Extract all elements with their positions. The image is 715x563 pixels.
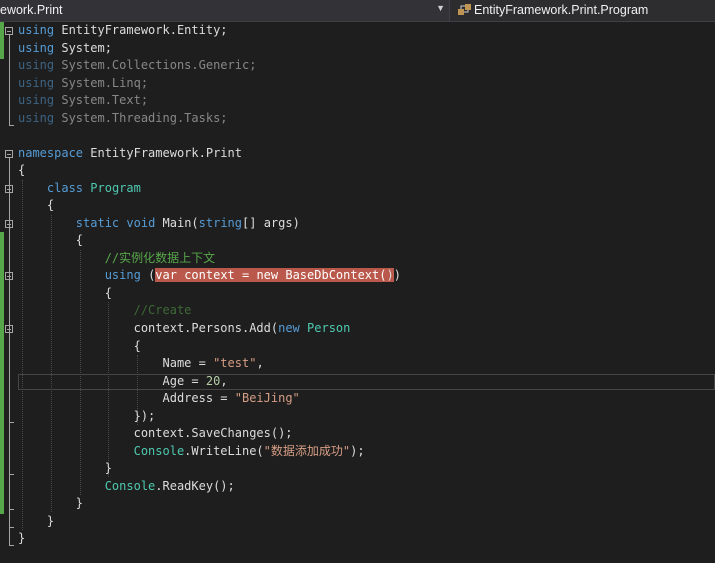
collapse-icon[interactable] xyxy=(5,272,13,280)
code-line-16[interactable]: { xyxy=(18,285,112,303)
outline-end xyxy=(9,509,14,510)
code-line-1[interactable]: using EntityFramework.Entity; xyxy=(18,22,228,40)
code-line-29[interactable]: } xyxy=(18,513,54,531)
code-line-2[interactable]: using System; xyxy=(18,40,112,58)
code-line-20[interactable]: Name = "test", xyxy=(18,355,264,373)
outline-end xyxy=(9,527,14,528)
code-line-18[interactable]: context.Persons.Add(new Person xyxy=(18,320,351,338)
code-line-28[interactable]: } xyxy=(18,495,83,513)
highlighted-expression: var context = new BaseDbContext( xyxy=(155,268,387,282)
code-line-25[interactable]: Console.WriteLine("数据添加成功"); xyxy=(18,443,365,461)
collapse-icon[interactable] xyxy=(5,220,13,228)
code-line-15[interactable]: using (var context = new BaseDbContext()… xyxy=(18,267,401,285)
code-line-8[interactable]: namespace EntityFramework.Print xyxy=(18,145,242,163)
outline-line xyxy=(9,333,10,422)
chevron-down-icon[interactable]: ▼ xyxy=(436,3,445,13)
code-line-24[interactable]: context.SaveChanges(); xyxy=(18,425,293,443)
collapse-icon[interactable] xyxy=(5,325,13,333)
code-line-6[interactable]: using System.Threading.Tasks; xyxy=(18,110,228,128)
code-line-13[interactable]: { xyxy=(18,232,83,250)
code-line-19[interactable]: { xyxy=(18,338,141,356)
code-line-10[interactable]: class Program xyxy=(18,180,141,198)
code-line-5[interactable]: using System.Text; xyxy=(18,92,148,110)
code-line-9[interactable]: { xyxy=(18,162,25,180)
project-dropdown[interactable]: ework.Print ▼ xyxy=(0,0,450,21)
type-dropdown[interactable]: EntityFramework.Print.Program xyxy=(452,0,715,21)
code-line-22[interactable]: Address = "BeiJing" xyxy=(18,390,300,408)
collapse-icon[interactable] xyxy=(5,150,13,158)
collapse-icon[interactable] xyxy=(5,27,13,35)
saved-change-bar xyxy=(0,22,4,59)
code-line-26[interactable]: } xyxy=(18,460,112,478)
code-line-17[interactable]: //Create xyxy=(18,302,192,320)
code-line-12[interactable]: static void Main(string[] args) xyxy=(18,215,300,233)
outline-end xyxy=(9,125,14,126)
code-line-3[interactable]: using System.Collections.Generic; xyxy=(18,57,256,75)
outline-end xyxy=(9,545,14,546)
code-line-4[interactable]: using System.Linq; xyxy=(18,75,148,93)
class-icon xyxy=(458,4,471,15)
project-dropdown-label: ework.Print xyxy=(0,3,63,17)
code-line-21[interactable]: Age = 20, xyxy=(18,373,228,391)
outline-line xyxy=(9,35,10,125)
code-line-11[interactable]: { xyxy=(18,197,54,215)
code-line-27[interactable]: Console.ReadKey(); xyxy=(18,478,235,496)
code-line-30[interactable]: } xyxy=(18,530,25,548)
code-line-14[interactable]: //实例化数据上下文 xyxy=(18,250,215,268)
type-dropdown-label: EntityFramework.Print.Program xyxy=(474,3,649,17)
code-line-23[interactable]: }); xyxy=(18,408,156,426)
outline-end xyxy=(9,422,14,423)
collapse-icon[interactable] xyxy=(5,185,13,193)
navigation-bar: ework.Print ▼ EntityFramework.Print.Prog… xyxy=(0,0,715,22)
saved-change-bar xyxy=(0,232,4,514)
outline-end xyxy=(9,474,14,475)
